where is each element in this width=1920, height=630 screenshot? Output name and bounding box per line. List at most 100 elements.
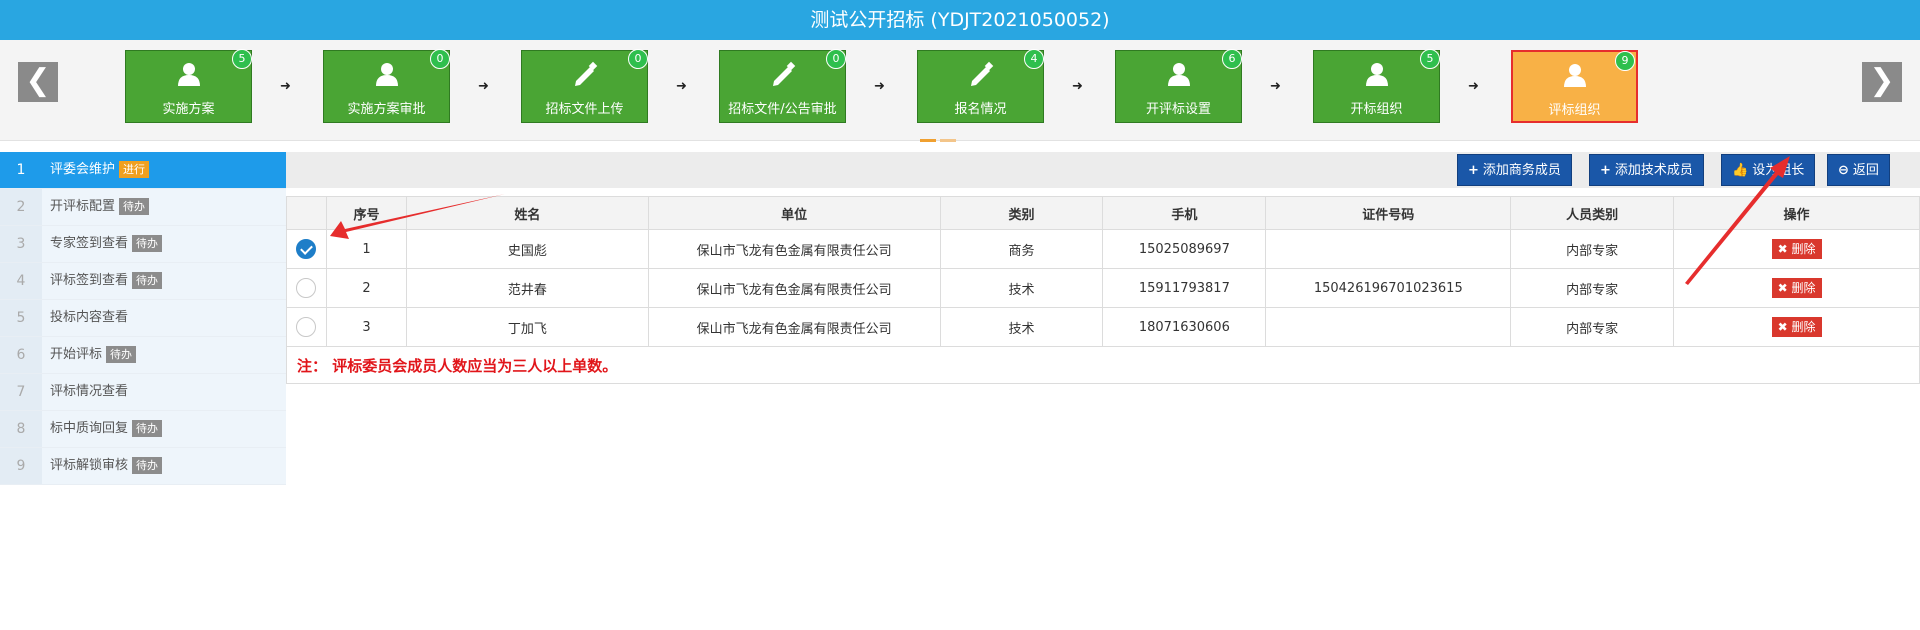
- user-icon: [177, 63, 200, 86]
- table-header: 序号 姓名 单位 类别 手机 证件号码 人员类别 操作: [286, 196, 1920, 230]
- set-leader-button[interactable]: 👍 设为组长: [1721, 154, 1816, 186]
- committee-table: 序号 姓名 单位 类别 手机 证件号码 人员类别 操作 1 史国彪 保山市飞龙有…: [286, 196, 1920, 384]
- pencil-icon: [772, 61, 795, 86]
- cell-unit: 保山市飞龙有色金属有限责任公司: [647, 229, 941, 269]
- sidebar-item-label: 投标内容查看: [50, 310, 129, 325]
- delete-button[interactable]: ✖ 删除: [1771, 317, 1822, 337]
- back-button[interactable]: ⊖ 返回: [1827, 154, 1890, 186]
- step-7[interactable]: 开标组织 5: [1313, 49, 1440, 123]
- status-badge: 待办: [132, 272, 163, 289]
- status-badge: 待办: [106, 346, 137, 363]
- sidebar-item-number: 7: [0, 374, 42, 410]
- sidebar-item-start-eval[interactable]: 6 开始评标 待办: [0, 337, 286, 374]
- user-icon: [1563, 64, 1586, 87]
- header-name: 姓名: [405, 196, 649, 230]
- arrow-right-icon: ➜: [1468, 79, 1479, 94]
- cell-phone: 15911793817: [1102, 268, 1267, 308]
- cell-unit: 保山市飞龙有色金属有限责任公司: [647, 307, 941, 347]
- plus-icon: +: [1600, 163, 1611, 178]
- status-badge: 进行: [119, 161, 150, 178]
- sidebar: 1 评委会维护 进行 2 开评标配置 待办 3 专家签到查看 待办 4 评标签到查看待…: [0, 152, 286, 485]
- pencil-icon: [574, 61, 597, 86]
- status-badge: 待办: [132, 420, 163, 437]
- status-badge: 待办: [119, 198, 150, 215]
- sidebar-item-bid-content[interactable]: 5 投标内容查看: [0, 300, 286, 337]
- row-select-radio[interactable]: [296, 317, 317, 337]
- step-badge: 0: [826, 49, 846, 69]
- step-3[interactable]: 招标文件上传 0: [521, 49, 648, 123]
- sidebar-item-unlock-review[interactable]: 9 评标解锁审核 待办: [0, 448, 286, 485]
- sidebar-item-committee[interactable]: 1 评委会维护 进行: [0, 152, 286, 189]
- step-label: 报名情况: [954, 102, 1007, 117]
- window-title: 测试公开招标 (YDJT2021050052): [0, 0, 1920, 40]
- sidebar-item-config[interactable]: 2 开评标配置 待办: [0, 189, 286, 226]
- cell-id: 150426196701023615: [1265, 268, 1512, 308]
- step-badge: 0: [430, 49, 450, 69]
- step-badge: 6: [1222, 49, 1242, 69]
- pencil-icon: [970, 61, 993, 86]
- arrow-right-icon: ➜: [1072, 79, 1083, 94]
- cell-name: 丁加飞: [405, 307, 649, 347]
- sidebar-item-eval-status[interactable]: 7 评标情况查看: [0, 374, 286, 411]
- step-label: 招标文件/公告审批: [728, 102, 837, 117]
- sidebar-item-number: 8: [0, 411, 42, 447]
- add-tech-member-button[interactable]: + 添加技术成员: [1589, 154, 1704, 186]
- sidebar-item-number: 4: [0, 263, 42, 299]
- toolbar: + 添加商务成员 + 添加技术成员 👍 设为组长 ⊖ 返回: [286, 152, 1920, 188]
- delete-button[interactable]: ✖ 删除: [1771, 278, 1822, 298]
- header-unit: 单位: [647, 196, 941, 230]
- step-label: 开标组织: [1350, 102, 1403, 117]
- step-label: 实施方案: [162, 102, 215, 117]
- plus-icon: +: [1468, 163, 1479, 178]
- step-badge: 4: [1024, 49, 1044, 69]
- step-5[interactable]: 报名情况 4: [917, 49, 1044, 123]
- cell-name: 范井春: [405, 268, 649, 308]
- cell-category: 内部专家: [1510, 229, 1675, 269]
- header-action: 操作: [1673, 196, 1920, 230]
- sidebar-item-label: 开始评标: [50, 347, 103, 362]
- user-icon: [375, 63, 398, 86]
- sidebar-item-number: 9: [0, 448, 42, 484]
- header-type: 类别: [939, 196, 1104, 230]
- user-icon: [1365, 63, 1388, 86]
- status-badge: 待办: [132, 235, 163, 252]
- status-badge: 待办: [132, 457, 163, 474]
- cell-unit: 保山市飞龙有色金属有限责任公司: [647, 268, 941, 308]
- prev-step-button[interactable]: ❮: [18, 62, 58, 102]
- step-2[interactable]: 实施方案审批 0: [323, 49, 450, 123]
- close-icon: ✖: [1777, 320, 1792, 334]
- step-label: 招标文件上传: [545, 102, 624, 117]
- sidebar-item-label: 专家签到查看: [50, 236, 129, 251]
- sidebar-item-label: 评标解锁审核: [50, 458, 129, 473]
- arrow-right-icon: ➜: [280, 79, 291, 94]
- sidebar-item-inquiry-reply[interactable]: 8 标中质询回复 待办: [0, 411, 286, 448]
- step-6[interactable]: 开评标设置 6: [1115, 49, 1242, 123]
- step-4[interactable]: 招标文件/公告审批 0: [719, 49, 846, 123]
- sidebar-item-eval-signin[interactable]: 4 评标签到查看 待办: [0, 263, 286, 300]
- sidebar-item-label: 评标签到查看: [50, 273, 129, 288]
- header-category: 人员类别: [1510, 196, 1675, 230]
- cell-type: 技术: [939, 268, 1104, 308]
- user-icon: [1167, 63, 1190, 86]
- add-business-member-button[interactable]: + 添加商务成员: [1457, 154, 1572, 186]
- cell-no: 3: [325, 307, 407, 347]
- sidebar-item-number: 5: [0, 300, 42, 336]
- back-arrow-icon: ⊖: [1838, 163, 1849, 178]
- cell-no: 2: [325, 268, 407, 308]
- step-label: 实施方案审批: [347, 102, 426, 117]
- delete-button[interactable]: ✖ 删除: [1771, 239, 1822, 259]
- step-1[interactable]: 实施方案 5: [125, 49, 252, 123]
- step-badge: 9: [1615, 51, 1635, 71]
- cell-name: 史国彪: [405, 229, 649, 269]
- close-icon: ✖: [1777, 281, 1792, 295]
- step-8[interactable]: 评标组织 9: [1511, 50, 1638, 123]
- row-select-radio[interactable]: [296, 278, 317, 298]
- step-badge: 5: [1420, 49, 1440, 69]
- next-step-button[interactable]: ❯: [1862, 62, 1902, 102]
- sidebar-item-expert-signin[interactable]: 3 专家签到查看 待办: [0, 226, 286, 263]
- arrow-right-icon: ➜: [874, 79, 885, 94]
- sidebar-item-label: 评委会维护: [50, 162, 116, 177]
- close-icon: ✖: [1777, 242, 1792, 256]
- row-select-radio[interactable]: [296, 239, 317, 259]
- sidebar-item-number: 3: [0, 226, 42, 262]
